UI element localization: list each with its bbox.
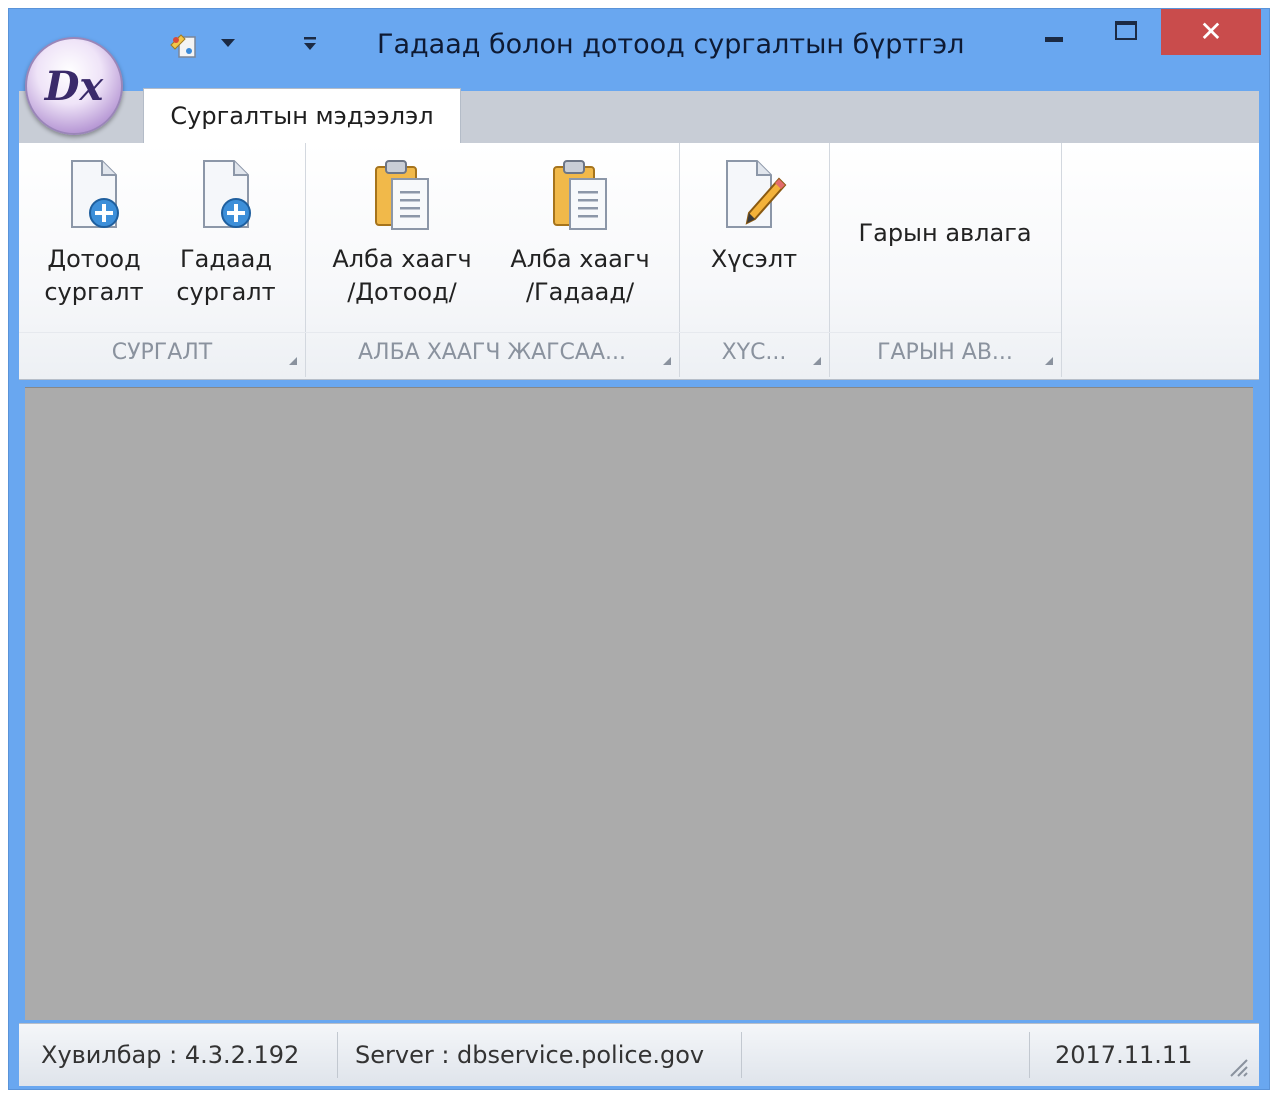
title-bar[interactable]: Dx Гадаад болон дотоод сургалтын бүртгэл…	[9, 9, 1269, 135]
gadaad-surgalt-label-2: сургалт	[176, 278, 276, 306]
status-version: Хувилбар : 4.3.2.192	[41, 1041, 300, 1069]
document-edit-icon	[726, 160, 787, 228]
huselt-label: Хүсэлт	[710, 245, 798, 273]
alba-haagch-gadaad-label-1: Алба хаагч	[510, 245, 650, 273]
dotood-surgalt-label-1: Дотоод	[47, 245, 141, 273]
ribbon-group-surgalt: Дотоод сургалт Гадаад сургалт СУРГАЛТ	[19, 143, 306, 377]
app-logo: Dx	[44, 62, 104, 110]
app-window: Dx Гадаад болон дотоод сургалтын бүртгэл…	[8, 8, 1270, 1090]
status-separator	[1029, 1032, 1030, 1078]
group-launcher-icon[interactable]	[289, 357, 297, 365]
document-add-icon	[203, 160, 251, 228]
close-icon: ✕	[1199, 15, 1223, 48]
maximize-icon	[1115, 21, 1137, 40]
group-label-alba-haagch: АЛБА ХААГЧ ЖАГСАА...	[305, 332, 679, 373]
minimize-button[interactable]	[1027, 9, 1075, 55]
status-date: 2017.11.11	[1055, 1041, 1193, 1069]
resize-grip-icon[interactable]	[1225, 1054, 1249, 1078]
group-label-garyn-avlaga: ГАРЫН АВ...	[829, 332, 1061, 373]
group-launcher-icon[interactable]	[1045, 357, 1053, 365]
garyn-avlaga-label: Гарын авлага	[858, 219, 1032, 247]
maximize-button[interactable]	[1095, 9, 1153, 55]
status-bar: Хувилбар : 4.3.2.192 Server : dbservice.…	[19, 1023, 1259, 1086]
mdi-workspace	[25, 387, 1253, 1020]
document-add-icon	[71, 160, 119, 228]
group-launcher-icon[interactable]	[663, 357, 671, 365]
clipboard-icon	[553, 160, 607, 230]
group-label-husel: ХҮС...	[679, 332, 829, 373]
status-separator	[741, 1032, 742, 1078]
ribbon-tab-strip: Сургалтын мэдээлэл	[19, 88, 1259, 143]
tab-surgaltyn-medeelel[interactable]: Сургалтын мэдээлэл	[143, 88, 461, 143]
gadaad-surgalt-button[interactable]: Гадаад сургалт	[171, 157, 281, 309]
status-server: Server : dbservice.police.gov	[355, 1041, 705, 1069]
alba-haagch-dotood-button[interactable]: Алба хаагч /Дотоод/	[327, 157, 477, 309]
app-menu-button[interactable]: Dx	[25, 37, 123, 135]
dotood-surgalt-label-2: сургалт	[44, 278, 144, 306]
customize-toolbar-icon[interactable]	[303, 35, 317, 53]
close-button[interactable]: ✕	[1161, 9, 1261, 55]
group-label-surgalt: СУРГАЛТ	[19, 332, 305, 373]
ribbon-group-husel: Хүсэлт ХҮС...	[679, 143, 830, 377]
group-launcher-icon[interactable]	[813, 357, 821, 365]
alba-haagch-dotood-label-1: Алба хаагч	[332, 245, 472, 273]
quick-access-palette-icon[interactable]	[169, 31, 199, 61]
clipboard-icon	[375, 160, 429, 230]
tab-label: Сургалтын мэдээлэл	[170, 102, 434, 130]
ribbon-panel: Дотоод сургалт Гадаад сургалт СУРГАЛТ Ал…	[19, 143, 1259, 380]
garyn-avlaga-button[interactable]: Гарын авлага	[839, 217, 1051, 250]
ribbon-group-alba-haagch: Алба хаагч /Дотоод/ Алба хаагч /Гадаад/ …	[305, 143, 680, 377]
minimize-icon	[1045, 37, 1063, 42]
gadaad-surgalt-label-1: Гадаад	[180, 245, 272, 273]
status-separator	[337, 1032, 338, 1078]
window-title: Гадаад болон дотоод сургалтын бүртгэл	[377, 29, 965, 60]
alba-haagch-gadaad-button[interactable]: Алба хаагч /Гадаад/	[505, 157, 655, 309]
dotood-surgalt-button[interactable]: Дотоод сургалт	[39, 157, 149, 309]
alba-haagch-gadaad-label-2: /Гадаад/	[525, 278, 635, 306]
quick-access-dropdown-icon[interactable]	[221, 39, 235, 47]
alba-haagch-dotood-label-2: /Дотоод/	[347, 278, 457, 306]
ribbon-group-garyn-avlaga: Гарын авлага ГАРЫН АВ...	[829, 143, 1062, 377]
huselt-button[interactable]: Хүсэлт	[691, 157, 817, 276]
